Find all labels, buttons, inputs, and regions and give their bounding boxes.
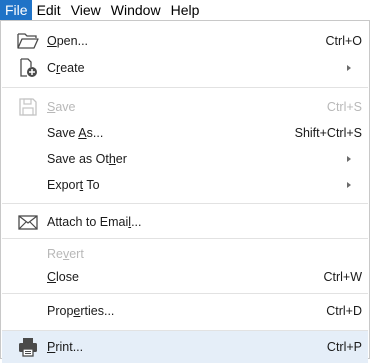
shortcut-text: Ctrl+D: [326, 304, 362, 318]
shortcut-text: Ctrl+W: [323, 270, 362, 284]
menu-item-label: Properties...: [47, 304, 115, 318]
menu-item-properties[interactable]: Properties... Ctrl+D: [2, 295, 368, 327]
submenu-arrow-icon: [347, 65, 351, 71]
printer-icon: [16, 335, 40, 359]
menu-item-label: Create: [47, 61, 85, 75]
menu-separator: [2, 293, 368, 294]
submenu-arrow-icon: [347, 182, 351, 188]
create-pdf-icon: [16, 56, 40, 80]
menu-item-label: Attach to Email...: [47, 215, 142, 229]
submenu-arrow-icon: [347, 156, 351, 162]
menu-bar: File Edit View Window Help: [0, 0, 372, 20]
menu-item-label: Export To: [47, 178, 100, 192]
envelope-icon: [16, 210, 40, 234]
menu-item-create[interactable]: Create: [2, 52, 368, 84]
menu-file[interactable]: File: [0, 0, 32, 20]
menu-item-close[interactable]: Close Ctrl+W: [2, 261, 368, 293]
menu-window[interactable]: Window: [106, 0, 166, 20]
shortcut-text: Ctrl+P: [326, 340, 362, 354]
menu-separator: [2, 87, 368, 88]
menu-view[interactable]: View: [66, 0, 106, 20]
menu-item-label: Print...: [47, 340, 84, 354]
menu-help[interactable]: Help: [166, 0, 205, 20]
save-icon: [16, 95, 40, 119]
menu-item-export-to[interactable]: Export To: [2, 169, 368, 201]
file-menu-dropdown: Open... Ctrl+O Create Save Ctrl+S Save A…: [0, 20, 370, 363]
menu-item-label: Close: [47, 270, 79, 284]
menu-edit[interactable]: Edit: [32, 0, 66, 20]
menu-item-attach-to-email[interactable]: Attach to Email...: [2, 206, 368, 238]
folder-open-icon: [16, 29, 40, 53]
menu-separator: [2, 203, 368, 204]
menu-item-print[interactable]: Print... Ctrl+P: [2, 331, 368, 363]
